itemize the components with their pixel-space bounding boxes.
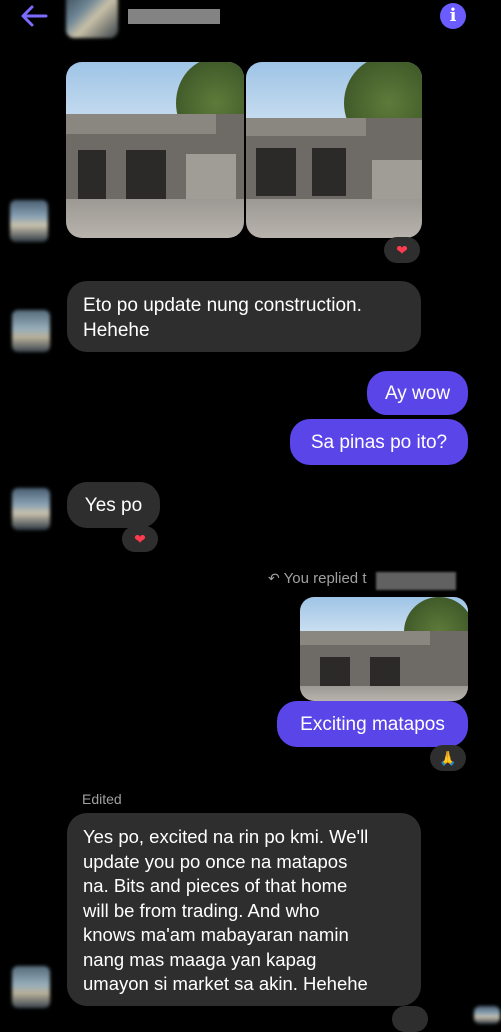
message-text: Eto po update nung construction. [83, 295, 362, 316]
message-text: Yes po [84, 495, 143, 516]
message-text: will be from trading. And who [83, 899, 320, 921]
message-text: Ay wow [384, 383, 451, 404]
heart-reaction-icon[interactable]: ❤ [122, 526, 158, 552]
sender-avatar[interactable] [12, 488, 50, 530]
sender-avatar[interactable] [12, 966, 50, 1008]
contact-name-redacted[interactable] [128, 9, 220, 24]
message-text: nang mas maaga yan kapag [83, 948, 317, 970]
message-text: Yes po, excited na rin po kmi. We'll [83, 826, 369, 847]
message-received[interactable]: Yes po [67, 482, 160, 528]
quoted-photo[interactable] [300, 597, 468, 701]
edited-label: Edited [82, 791, 122, 807]
reply-icon: ↶ [268, 570, 280, 586]
read-receipt-avatar [474, 1006, 500, 1024]
message-text: Hehehe [83, 320, 150, 341]
reply-indicator: ↶ You replied t [268, 570, 367, 587]
message-text: Sa pinas po ito? [310, 432, 448, 453]
message-text: na. Bits and pieces of that home [83, 875, 348, 896]
message-sent[interactable]: Ay wow [367, 371, 468, 415]
message-sent[interactable]: Sa pinas po ito? [290, 419, 468, 465]
reaction-icon[interactable] [392, 1006, 428, 1032]
sender-avatar[interactable] [10, 200, 48, 242]
message-received[interactable]: Eto po update nung construction. Hehehe [67, 281, 421, 352]
contact-avatar[interactable] [66, 0, 118, 38]
construction-photo-1[interactable] [66, 62, 244, 238]
sender-avatar[interactable] [12, 310, 50, 352]
reply-label: You replied t [283, 570, 367, 587]
back-arrow-icon[interactable] [18, 4, 48, 28]
construction-photo-2[interactable] [246, 62, 422, 238]
redacted-name [376, 572, 456, 590]
message-text: Exciting matapos [300, 714, 445, 735]
message-text: umayon si market sa akin. Hehehe [83, 973, 368, 994]
message-received[interactable]: Yes po, excited na rin po kmi. We'll upd… [67, 813, 421, 1006]
message-text: knows ma'am mabayaran namin [83, 924, 349, 945]
message-sent[interactable]: Exciting matapos [277, 701, 468, 747]
heart-reaction-icon[interactable]: ❤ [384, 237, 420, 263]
info-icon[interactable]: i [440, 3, 466, 29]
pray-reaction-icon[interactable]: 🙏 [430, 745, 466, 771]
message-text: update you po once na matapos [83, 850, 348, 872]
